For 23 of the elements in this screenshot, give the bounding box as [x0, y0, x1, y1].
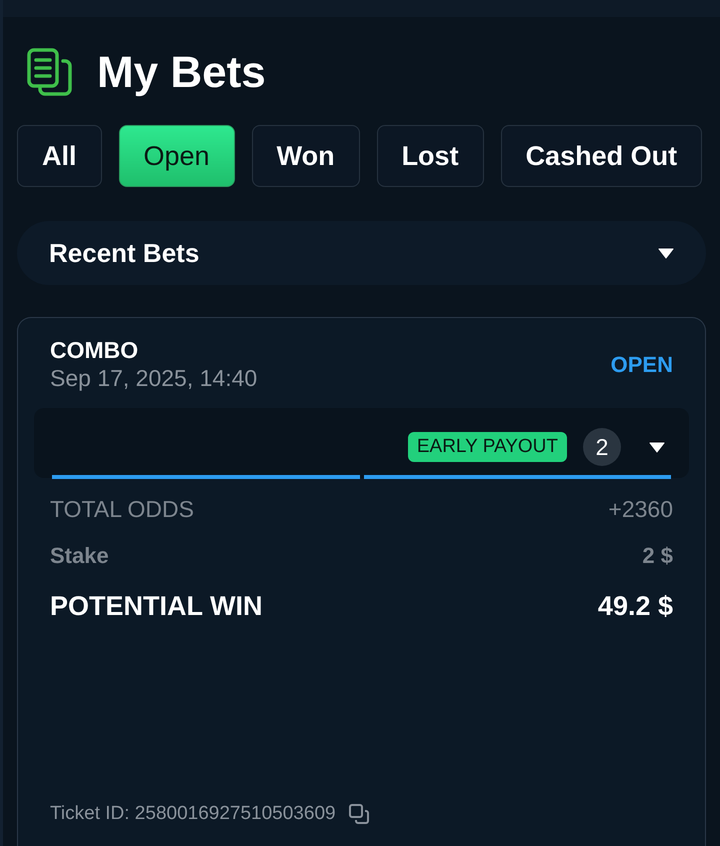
- filter-tab[interactable]: Won: [252, 125, 360, 187]
- caret-icon: [658, 248, 674, 258]
- caret-icon[interactable]: [649, 442, 665, 452]
- bet-type: COMBO: [50, 336, 140, 364]
- filter-tab[interactable]: Cashed Out: [500, 125, 702, 187]
- summary-label: POTENTIAL WIN: [50, 590, 262, 622]
- summary-label: TOTAL ODDS: [50, 495, 194, 524]
- filter-tab[interactable]: All: [17, 125, 102, 187]
- filter-tab[interactable]: Open: [118, 125, 235, 187]
- documents-icon: [25, 47, 75, 99]
- summary-value: 49.2 $: [598, 590, 673, 622]
- bet-status: OPEN: [610, 350, 673, 378]
- recent-bets-dropdown[interactable]: Recent Bets: [17, 221, 706, 285]
- summary-label: Stake: [50, 542, 109, 570]
- selection-count: 2: [583, 428, 621, 466]
- early-payout-badge: EARLY PAYOUT: [408, 432, 567, 462]
- copy-icon[interactable]: [348, 802, 370, 825]
- filter-tab[interactable]: Lost: [376, 125, 484, 187]
- summary-value: 2 $: [642, 542, 673, 570]
- bet-date: Sep 17, 2025, 14:40: [50, 364, 258, 392]
- ticket-id: Ticket ID: 2580016927510503609: [50, 802, 336, 826]
- summary-value: +2360: [608, 495, 673, 524]
- page-title: My Bets: [97, 51, 266, 95]
